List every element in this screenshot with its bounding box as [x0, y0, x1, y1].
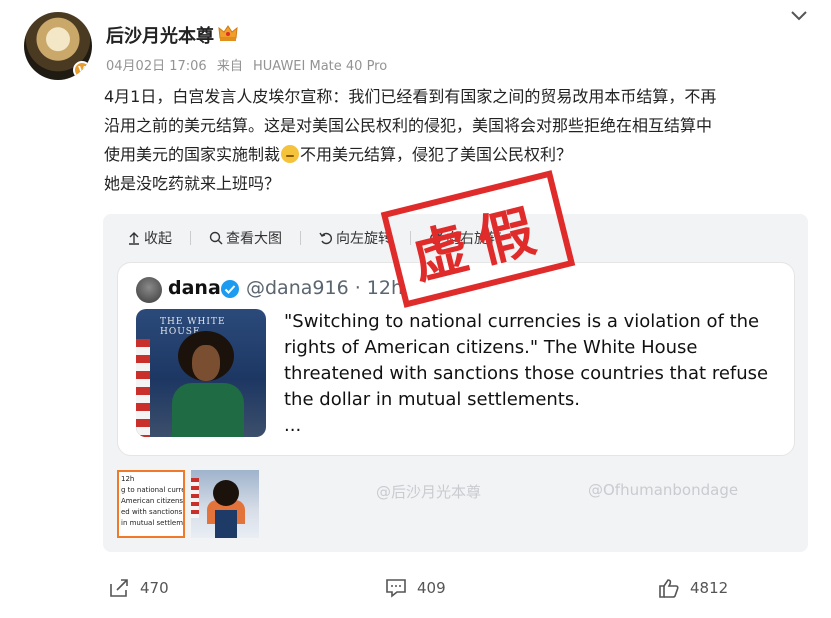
chevron-down-icon[interactable]: [789, 8, 809, 24]
verified-check-icon: [221, 280, 239, 298]
tweet-ellipsis: ...: [284, 415, 302, 436]
action-bar: 470 409 4812: [0, 578, 831, 608]
us-flag: [136, 339, 150, 437]
tweet-author-name: dana: [168, 277, 221, 299]
like-count: 4812: [690, 579, 729, 597]
share-icon: [110, 579, 128, 597]
username[interactable]: 后沙月光本尊: [106, 22, 214, 48]
watermark-right: @Ofhumanbondage: [588, 481, 738, 499]
view-large-label: 查看大图: [226, 231, 282, 247]
post-meta: 04月02日 17:06 来自 HUAWEI Mate 40 Pro: [106, 55, 393, 74]
thumbs-up-icon: [659, 579, 679, 598]
post-text: 4月1日，白宫发言人皮埃尔宣称：我们已经看到有国家之间的贸易改用本币结算，不再 …: [104, 82, 804, 198]
share-count: 470: [140, 579, 169, 597]
tweet-photo: THE WHITE HOUSE: [136, 309, 266, 437]
rotate-left-icon: [319, 232, 332, 245]
comment-icon: [386, 579, 406, 598]
collapse-button[interactable]: 收起: [127, 228, 172, 248]
toolbar-divider: [300, 231, 301, 245]
thumbnail-strip: 12h g to national curren American citize…: [117, 470, 259, 538]
post-text-segment: 使用美元的国家实施制裁: [104, 145, 281, 164]
post-date: 04月02日 17:06: [106, 59, 207, 74]
thumbnail-1-time: 12h: [121, 475, 135, 483]
verified-v-badge: V: [73, 61, 91, 79]
rotate-left-label: 向左旋转: [336, 231, 392, 247]
shush-emoji-icon: [281, 145, 300, 163]
avatar[interactable]: V: [24, 12, 92, 80]
comment-button[interactable]: 409: [385, 578, 446, 598]
collapse-icon: [129, 232, 139, 245]
collapse-label: 收起: [144, 231, 172, 247]
tweet-avatar: [136, 277, 162, 303]
comment-count: 409: [417, 579, 446, 597]
crown-icon: [218, 25, 238, 41]
person-figure: [172, 331, 244, 437]
toolbar-divider: [190, 231, 191, 245]
watermark-left-text: @后沙月光本尊: [376, 483, 482, 501]
thumbnail-1[interactable]: 12h g to national curren American citize…: [117, 470, 185, 538]
source-prefix: 来自: [216, 59, 243, 74]
search-icon: [209, 231, 223, 245]
post-text-line: 沿用之前的美元结算。这是对美国公民权利的侵犯，美国将会对那些拒绝在相互结算中: [104, 116, 713, 135]
rotate-left-button[interactable]: 向左旋转: [319, 228, 392, 248]
tweet-text: "Switching to national currencies is a v…: [284, 309, 784, 439]
tweet-body: "Switching to national currencies is a v…: [284, 311, 769, 410]
view-large-button[interactable]: 查看大图: [209, 228, 282, 248]
like-button[interactable]: 4812: [658, 578, 728, 598]
watermark-left: @后沙月光本尊: [376, 481, 481, 502]
thumbnail-1-text: 12h g to national curren American citize…: [121, 474, 185, 529]
post-text-segment: 不用美元结算，侵犯了美国公民权利？: [300, 145, 573, 164]
share-button[interactable]: 470: [108, 578, 169, 598]
post-text-line: 使用美元的国家实施制裁 不用美元结算，侵犯了美国公民权利？: [104, 140, 804, 169]
thumbnail-1-body: g to national curren American citizens."…: [121, 486, 185, 527]
source-device[interactable]: HUAWEI Mate 40 Pro: [253, 59, 387, 74]
post-text-line: 4月1日，白宫发言人皮埃尔宣称：我们已经看到有国家之间的贸易改用本币结算，不再: [104, 87, 717, 106]
thumbnail-2[interactable]: [191, 470, 259, 538]
watermark-right-text: @Ofhumanbondage: [588, 481, 739, 499]
tweet-handle: @dana916 · 12h: [246, 277, 403, 299]
